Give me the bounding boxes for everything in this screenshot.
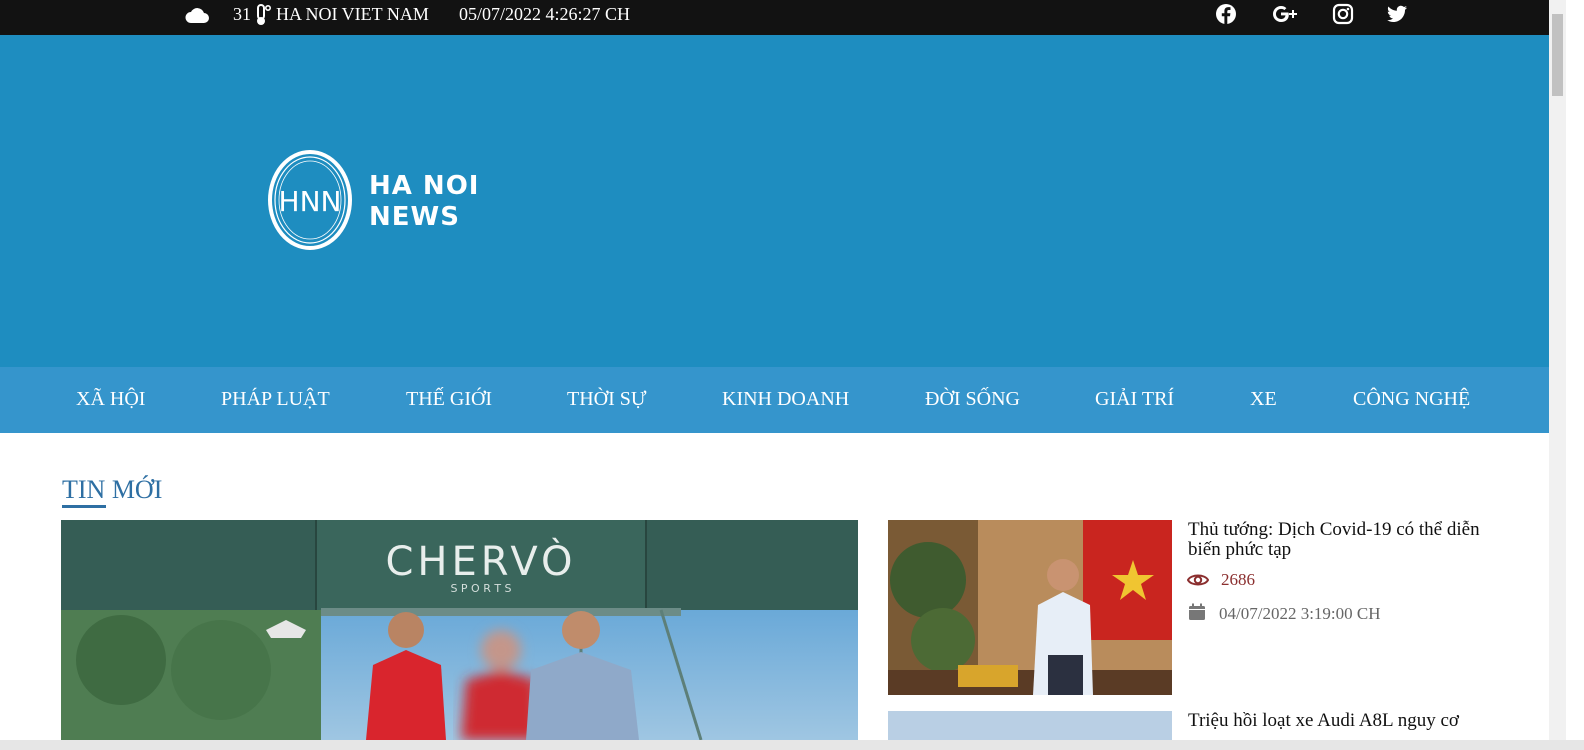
scrollbar-thumb[interactable] <box>1552 14 1563 96</box>
page: 31 HA NOI VIET NAM 05/07/2022 4:26:27 CH <box>0 0 1584 750</box>
current-datetime: 05/07/2022 4:26:27 CH <box>459 4 631 24</box>
main-nav: XÃ HỘI PHÁP LUẬT THẾ GIỚI THỜI SỰ KINH D… <box>0 367 1549 433</box>
nav-item-xe[interactable]: XE <box>1250 388 1277 411</box>
site-header <box>0 35 1549 367</box>
nav-item-the-gioi[interactable]: THẾ GIỚI <box>406 388 492 411</box>
article-1-photo <box>888 520 1172 695</box>
section-title: TIN MỚI <box>62 475 163 504</box>
vertical-scrollbar[interactable] <box>1549 0 1566 740</box>
sign-subtext: S P O R T S <box>450 582 511 595</box>
nav-item-phap-luat[interactable]: PHÁP LUẬT <box>221 388 330 411</box>
facebook-icon[interactable] <box>1215 3 1237 25</box>
logo-wordmark[interactable]: HA NOI NEWS <box>369 171 479 233</box>
article-1-views: 2686 <box>1221 570 1255 589</box>
logo-line-1: HA NOI <box>369 171 480 201</box>
article-1-thumbnail[interactable] <box>888 520 1172 695</box>
thermometer-icon <box>257 4 272 25</box>
featured-photo: CHERVÒ S P O R T S <box>61 520 858 740</box>
section-title-underline <box>62 505 106 508</box>
nav-item-cong-nghe[interactable]: CÔNG NGHỆ <box>1353 388 1470 411</box>
top-bar: 31 HA NOI VIET NAM 05/07/2022 4:26:27 CH <box>0 0 1566 35</box>
article-1-title[interactable]: Thủ tướng: Dịch Covid-19 có thể diễn biế… <box>1188 520 1508 560</box>
nav-item-kinh-doanh[interactable]: KINH DOANH <box>722 388 849 411</box>
logo-mark[interactable]: HNN <box>268 150 353 251</box>
city-name: HA NOI VIET NAM <box>276 4 429 24</box>
calendar-icon <box>1189 603 1205 620</box>
nav-item-doi-song[interactable]: ĐỜI SỐNG <box>925 388 1020 411</box>
nav-item-xa-hoi[interactable]: XÃ HỘI <box>76 388 145 411</box>
sign-text: CHERVÒ <box>385 537 576 585</box>
featured-article-image[interactable]: CHERVÒ S P O R T S <box>61 520 858 740</box>
instagram-icon[interactable] <box>1332 3 1354 25</box>
cloud-icon <box>185 8 209 23</box>
window-edge <box>1566 0 1584 750</box>
logo-line-2: NEWS <box>369 202 460 232</box>
logo-mark-text: HNN <box>279 185 342 218</box>
google-plus-icon[interactable] <box>1272 3 1300 25</box>
nav-item-thoi-su[interactable]: THỜI SỰ <box>567 388 646 411</box>
temperature: 31 <box>233 4 251 24</box>
article-2-thumbnail[interactable] <box>888 711 1172 740</box>
twitter-icon[interactable] <box>1386 3 1408 25</box>
nav-item-giai-tri[interactable]: GIẢI TRÍ <box>1095 388 1174 411</box>
eye-icon <box>1187 574 1209 586</box>
article-1-date: 04/07/2022 3:19:00 CH <box>1219 604 1381 623</box>
horizontal-scrollbar[interactable] <box>0 740 1584 750</box>
article-2-title[interactable]: Triệu hồi loạt xe Audi A8L nguy cơ <box>1188 711 1508 731</box>
